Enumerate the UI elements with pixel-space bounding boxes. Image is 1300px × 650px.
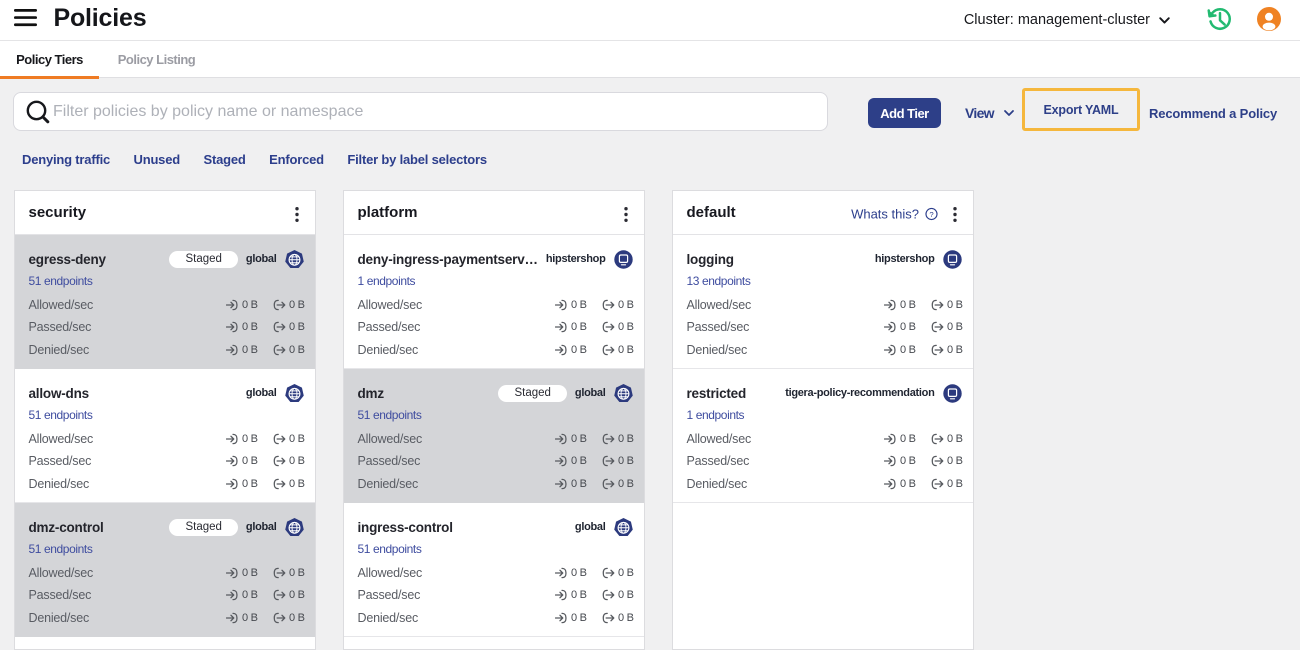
svg-text:?: ?	[929, 210, 933, 219]
